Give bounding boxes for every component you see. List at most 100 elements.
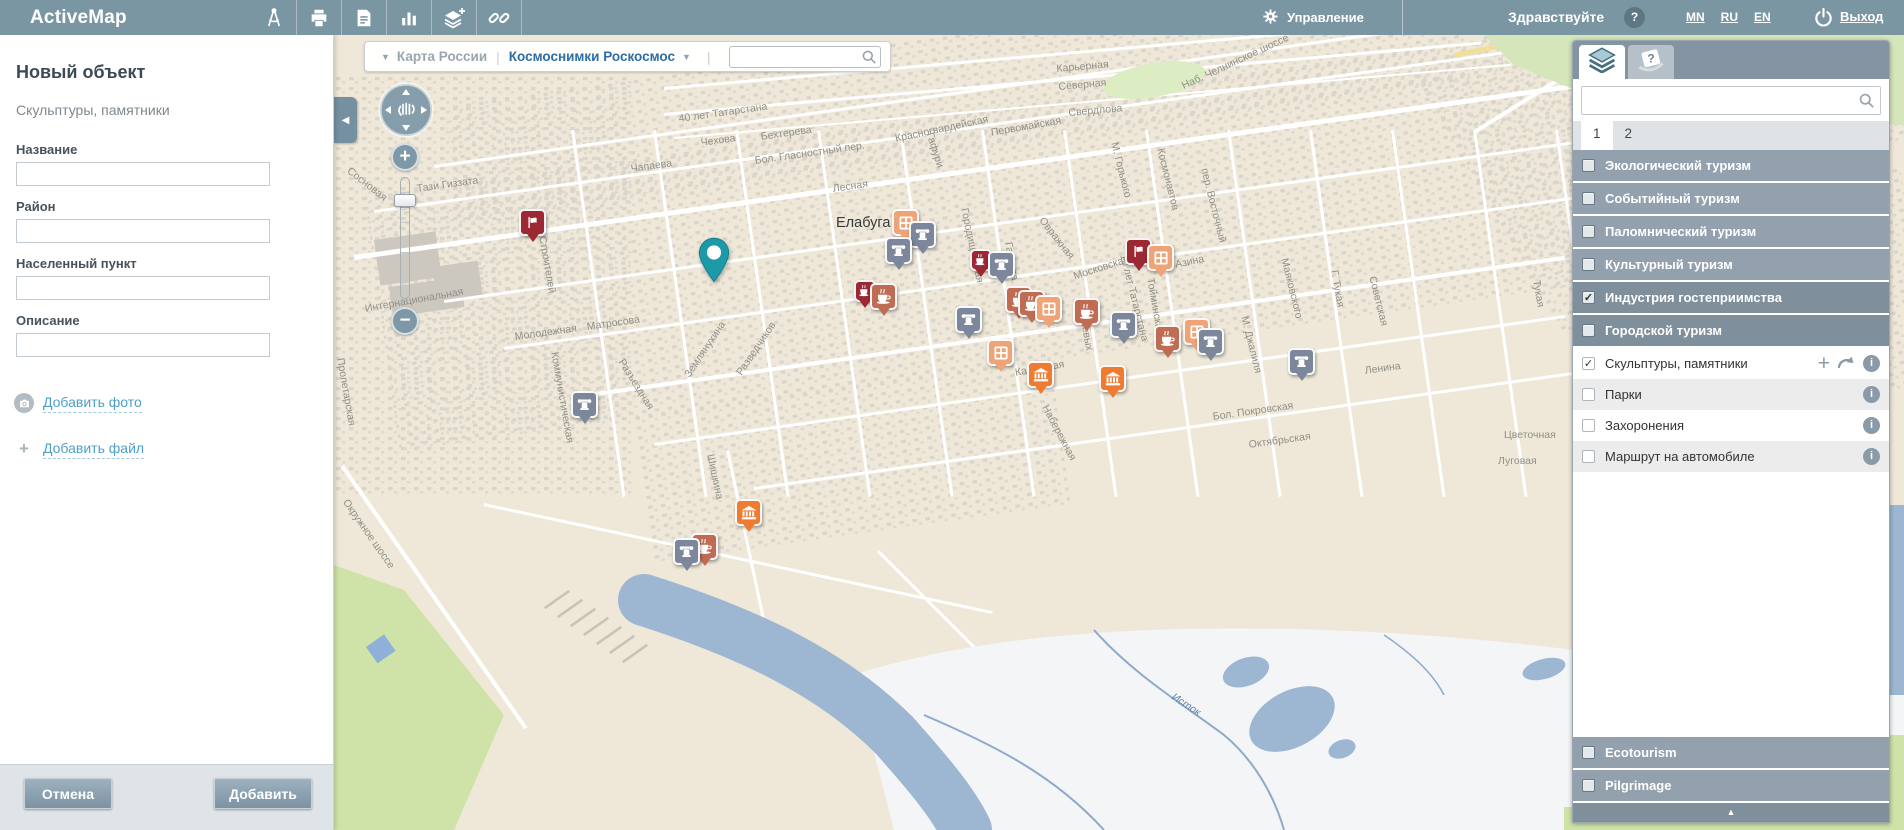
- map-marker-cafe[interactable]: [1154, 325, 1181, 352]
- add-photo-link[interactable]: Добавить фото: [43, 393, 142, 413]
- map-marker-cafe[interactable]: [1073, 298, 1100, 325]
- zoom-in-button[interactable]: +: [391, 143, 419, 171]
- map-marker-museum[interactable]: [1110, 311, 1137, 338]
- layer-group-row[interactable]: Городской туризм: [1573, 315, 1889, 346]
- layer-item-row[interactable]: ✓Скульптуры, памятники+i: [1573, 348, 1889, 379]
- tab-legend-help[interactable]: ?: [1628, 45, 1674, 79]
- field-input-3[interactable]: [16, 276, 270, 300]
- lang-en[interactable]: EN: [1754, 10, 1771, 24]
- panel-collapse-button[interactable]: ▲: [1573, 803, 1889, 822]
- chevron-down-icon[interactable]: ▼: [682, 52, 691, 62]
- layer-group-row[interactable]: Паломнический туризм: [1573, 216, 1889, 247]
- map-marker-museum[interactable]: [955, 306, 982, 333]
- map-marker-museum[interactable]: [571, 391, 598, 418]
- layers-page-1[interactable]: 1: [1581, 121, 1613, 150]
- checkbox-unchecked[interactable]: [1582, 225, 1595, 238]
- checkbox-unchecked[interactable]: [1582, 192, 1595, 205]
- management-button[interactable]: Управление: [1262, 0, 1364, 35]
- info-icon[interactable]: i: [1863, 417, 1880, 434]
- field-input-4[interactable]: [16, 333, 270, 357]
- help-badge[interactable]: ?: [1624, 7, 1645, 28]
- map-marker-museum[interactable]: [988, 251, 1015, 278]
- cancel-button[interactable]: Отмена: [24, 778, 112, 809]
- svg-text:?: ?: [1648, 52, 1655, 65]
- logout-link[interactable]: Выход: [1840, 9, 1883, 24]
- add-layer-icon[interactable]: [432, 0, 477, 35]
- map-marker-bank[interactable]: [1027, 361, 1054, 388]
- checkbox-checked[interactable]: ✓: [1582, 291, 1595, 304]
- map-pan-control[interactable]: [377, 81, 435, 144]
- map-marker-bank[interactable]: [1099, 365, 1126, 392]
- checkbox-unchecked[interactable]: [1582, 779, 1595, 792]
- layer-group-label: Экологический туризм: [1605, 158, 1751, 173]
- layer-item-row[interactable]: Маршрут на автомобилеi: [1573, 441, 1889, 472]
- layer-group-row[interactable]: Событийный туризм: [1573, 183, 1889, 214]
- marker-tip: [975, 269, 987, 277]
- map-marker-gallery[interactable]: [987, 339, 1014, 366]
- header-toolbar: [252, 0, 522, 35]
- checkbox-unchecked[interactable]: [1582, 258, 1595, 271]
- search-icon[interactable]: [861, 49, 877, 70]
- map-marker-cafe[interactable]: [870, 283, 897, 310]
- checkbox-unchecked[interactable]: [1582, 450, 1595, 463]
- checkbox-unchecked[interactable]: [1582, 746, 1595, 759]
- map-marker-museum[interactable]: [673, 538, 700, 565]
- add-file-link[interactable]: Добавить файл: [43, 439, 144, 459]
- layer-group-row[interactable]: ✓Индустрия гостеприимства: [1573, 282, 1889, 313]
- city-label: Елабуга: [836, 215, 890, 231]
- map-marker-museum[interactable]: [1197, 328, 1224, 355]
- info-icon[interactable]: i: [1863, 386, 1880, 403]
- map-marker-gallery[interactable]: [1147, 244, 1174, 271]
- power-icon[interactable]: [1812, 6, 1835, 34]
- lang-ru[interactable]: RU: [1721, 10, 1738, 24]
- stats-icon[interactable]: [387, 0, 432, 35]
- link-icon[interactable]: [477, 0, 522, 35]
- layers-search-input[interactable]: [1581, 86, 1881, 115]
- legend-icon[interactable]: [342, 0, 387, 35]
- map-marker-museum[interactable]: [909, 221, 936, 248]
- lang-mn[interactable]: MN: [1686, 10, 1705, 24]
- field-input-2[interactable]: [16, 219, 270, 243]
- map-marker-bank[interactable]: [735, 499, 762, 526]
- map-marker-gallery[interactable]: [1035, 295, 1062, 322]
- tab-layers[interactable]: [1579, 45, 1625, 79]
- checkbox-unchecked[interactable]: [1582, 388, 1595, 401]
- zoom-out-button[interactable]: −: [391, 307, 419, 335]
- layer-group-row[interactable]: Ecotourism: [1573, 737, 1889, 768]
- layers-page-2[interactable]: 2: [1613, 121, 1645, 150]
- language-switcher: MN RU EN: [1686, 10, 1771, 24]
- gear-icon: [1262, 8, 1279, 28]
- layers-icon: [1587, 47, 1617, 78]
- map-marker-museum[interactable]: [885, 237, 912, 264]
- zoom-slider-handle[interactable]: [394, 194, 416, 207]
- sidebar-collapse-button[interactable]: ◀: [334, 97, 357, 143]
- layer-item-row[interactable]: Захоронения i: [1573, 410, 1889, 441]
- print-icon[interactable]: [297, 0, 342, 35]
- map-marker-flag[interactable]: [519, 209, 546, 236]
- layer-group-row[interactable]: Экологический туризм: [1573, 150, 1889, 181]
- base-map-link[interactable]: Карта России: [397, 49, 487, 64]
- add-object-icon[interactable]: +: [1818, 355, 1830, 372]
- layer-item-label: Захоронения: [1605, 418, 1684, 433]
- checkbox-unchecked[interactable]: [1582, 324, 1595, 337]
- info-icon[interactable]: i: [1863, 448, 1880, 465]
- checkbox-checked[interactable]: ✓: [1582, 357, 1595, 370]
- field-input-1[interactable]: [16, 162, 270, 186]
- new-object-pin[interactable]: [697, 237, 731, 288]
- layer-item-row[interactable]: Паркиi: [1573, 379, 1889, 410]
- map-search-input[interactable]: [729, 46, 881, 68]
- layers-panel-tabs: ?: [1573, 41, 1889, 79]
- measure-icon[interactable]: [252, 0, 297, 35]
- chevron-down-icon[interactable]: ▼: [381, 52, 390, 62]
- zoom-slider[interactable]: [400, 177, 410, 299]
- layer-group-row[interactable]: Культурный туризм: [1573, 249, 1889, 280]
- submit-button[interactable]: Добавить: [214, 778, 312, 809]
- route-arrow-icon[interactable]: [1837, 355, 1856, 373]
- map-marker-museum[interactable]: [1288, 348, 1315, 375]
- checkbox-unchecked[interactable]: [1582, 419, 1595, 432]
- checkbox-unchecked[interactable]: [1582, 159, 1595, 172]
- active-map-link[interactable]: Космоснимки Роскосмос: [509, 49, 675, 64]
- search-icon[interactable]: [1858, 92, 1875, 114]
- info-icon[interactable]: i: [1863, 355, 1880, 372]
- layer-group-row[interactable]: Pilgrimage: [1573, 770, 1889, 801]
